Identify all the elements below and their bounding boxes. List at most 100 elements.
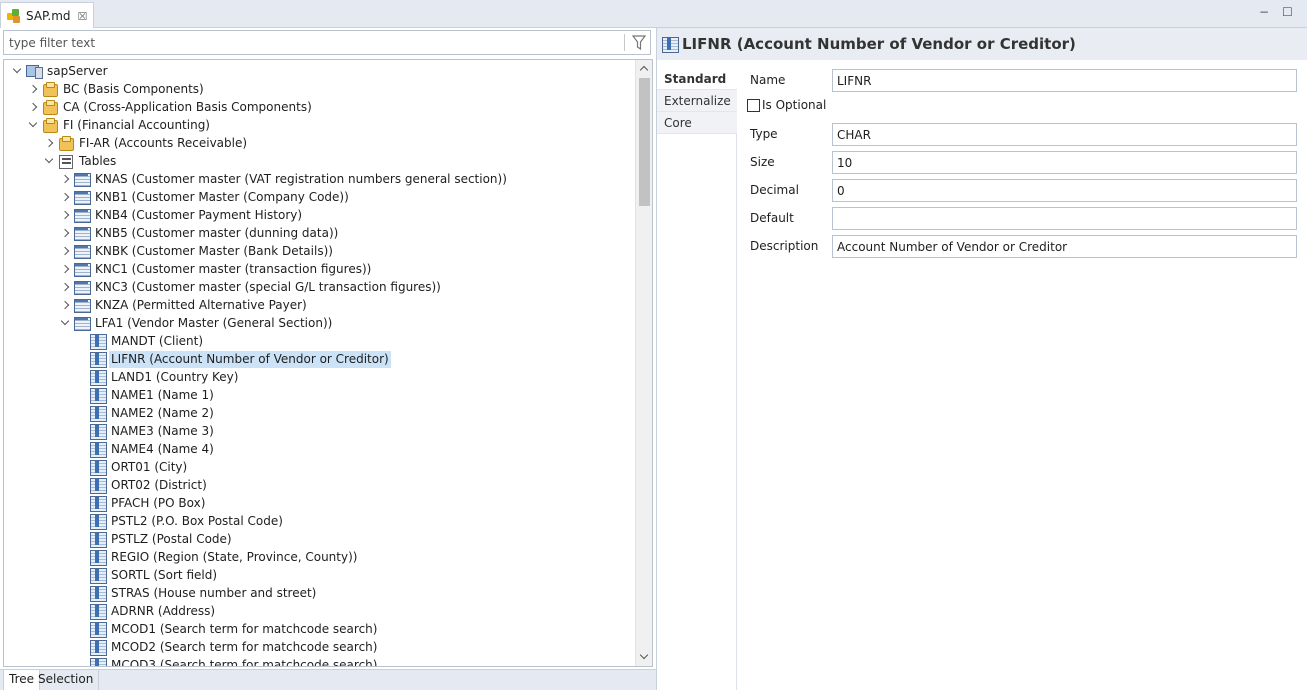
tree-node-label: LFA1 (Vendor Master (General Section)) xyxy=(95,315,333,330)
column-icon xyxy=(90,352,107,368)
chevron-right-icon[interactable] xyxy=(28,84,38,94)
tree-node[interactable]: Tables xyxy=(44,152,118,170)
tree-node[interactable]: SORTL (Sort field) xyxy=(76,566,219,584)
tree-node[interactable]: CA (Cross-Application Basis Components) xyxy=(28,98,314,116)
tree-node[interactable]: NAME4 (Name 4) xyxy=(76,440,216,458)
tree-node[interactable]: PSTLZ (Postal Code) xyxy=(76,530,234,548)
tree-node[interactable]: FI (Financial Accounting) xyxy=(28,116,212,134)
chevron-right-icon[interactable] xyxy=(60,192,70,202)
chevron-right-icon[interactable] xyxy=(60,228,70,238)
chevron-right-icon[interactable] xyxy=(60,264,70,274)
table-icon xyxy=(74,316,91,331)
filter-input[interactable] xyxy=(4,31,622,54)
tree-node[interactable]: LAND1 (Country Key) xyxy=(76,368,240,386)
tab-core[interactable]: Core xyxy=(657,112,737,134)
table-icon xyxy=(74,262,91,277)
package-icon xyxy=(42,100,58,115)
tree-node[interactable]: LFA1 (Vendor Master (General Section)) xyxy=(60,314,334,332)
tree-node-label: LAND1 (Country Key) xyxy=(111,369,239,384)
chevron-down-icon[interactable] xyxy=(60,318,70,328)
package-icon xyxy=(42,118,58,133)
type-field[interactable] xyxy=(832,123,1297,146)
tree-node[interactable]: KNAS (Customer master (VAT registration … xyxy=(60,170,509,188)
tree-node[interactable]: KNBK (Customer Master (Bank Details)) xyxy=(60,242,335,260)
column-icon xyxy=(90,496,107,512)
tree-node[interactable]: REGIO (Region (State, Province, County)) xyxy=(76,548,359,566)
tree-node-label: KNB1 (Customer Master (Company Code)) xyxy=(95,189,349,204)
tree-node[interactable]: BC (Basis Components) xyxy=(28,80,206,98)
tree-node-label: PSTL2 (P.O. Box Postal Code) xyxy=(111,513,283,528)
filter-separator xyxy=(624,34,625,51)
tree-node[interactable]: PFACH (PO Box) xyxy=(76,494,207,512)
size-label: Size xyxy=(750,155,775,169)
is-optional-checkbox[interactable]: Is Optional xyxy=(747,98,826,112)
column-icon xyxy=(90,370,107,386)
tree-node[interactable]: ADRNR (Address) xyxy=(76,602,217,620)
tree-node-label: MANDT (Client) xyxy=(111,333,204,348)
filter-funnel-icon[interactable] xyxy=(632,35,646,51)
close-tab-icon[interactable]: ☒ xyxy=(78,10,88,23)
tree-node[interactable]: KNB1 (Customer Master (Company Code)) xyxy=(60,188,351,206)
tree-node-label: KNC3 (Customer master (special G/L trans… xyxy=(95,279,441,294)
tree-node[interactable]: NAME2 (Name 2) xyxy=(76,404,216,422)
chevron-right-icon[interactable] xyxy=(60,282,70,292)
size-field[interactable] xyxy=(832,151,1297,174)
name-field[interactable] xyxy=(832,69,1297,92)
scroll-down-arrow-icon[interactable] xyxy=(636,650,652,666)
tab-standard[interactable]: Standard xyxy=(657,68,737,90)
chevron-down-icon[interactable] xyxy=(28,120,38,130)
tree-node[interactable]: MCOD2 (Search term for matchcode search) xyxy=(76,638,379,656)
tree-node-label: ORT01 (City) xyxy=(111,459,188,474)
column-icon xyxy=(90,514,107,530)
properties-title: LIFNR (Account Number of Vendor or Credi… xyxy=(682,35,1076,53)
chevron-right-icon[interactable] xyxy=(60,246,70,256)
tree-node[interactable]: FI-AR (Accounts Receivable) xyxy=(44,134,249,152)
tree-node-label: CA (Cross-Application Basis Components) xyxy=(63,99,312,114)
description-field[interactable] xyxy=(832,235,1297,258)
chevron-right-icon[interactable] xyxy=(28,102,38,112)
editor-tab-sap-md[interactable]: SAP.md ☒ xyxy=(0,2,94,29)
tree-node-label: ORT02 (District) xyxy=(111,477,207,492)
tree-node[interactable]: ORT02 (District) xyxy=(76,476,209,494)
tree-node[interactable]: KNB5 (Customer master (dunning data)) xyxy=(60,224,340,242)
chevron-right-icon[interactable] xyxy=(60,210,70,220)
scroll-up-arrow-icon[interactable] xyxy=(636,60,652,76)
tree-node-label: FI-AR (Accounts Receivable) xyxy=(79,135,248,150)
chevron-right-icon[interactable] xyxy=(60,174,70,184)
tree-bottom-tabs: Tree Selection xyxy=(0,669,656,690)
tree-node-label: KNB5 (Customer master (dunning data)) xyxy=(95,225,339,240)
tree-node[interactable]: KNZA (Permitted Alternative Payer) xyxy=(60,296,309,314)
table-icon xyxy=(74,172,91,187)
tree-node[interactable]: STRAS (House number and street) xyxy=(76,584,318,602)
table-icon xyxy=(74,190,91,205)
tree-node-label: MCOD2 (Search term for matchcode search) xyxy=(111,639,378,654)
chevron-down-icon[interactable] xyxy=(44,156,54,166)
chevron-right-icon[interactable] xyxy=(44,138,54,148)
tree-node[interactable]: NAME1 (Name 1) xyxy=(76,386,216,404)
chevron-right-icon[interactable] xyxy=(60,300,70,310)
tree-vertical-scrollbar[interactable] xyxy=(635,60,652,666)
checkbox-box[interactable] xyxy=(747,98,760,112)
tree-node[interactable]: MCOD3 (Search term for matchcode search) xyxy=(76,656,379,666)
scroll-thumb[interactable] xyxy=(639,78,650,206)
maximize-icon[interactable]: ☐ xyxy=(1282,5,1293,19)
tab-selection[interactable]: Selection xyxy=(33,670,100,690)
tree-node[interactable]: LIFNR (Account Number of Vendor or Credi… xyxy=(76,350,391,368)
tree-node[interactable]: PSTL2 (P.O. Box Postal Code) xyxy=(76,512,285,530)
tree-node[interactable]: KNC1 (Customer master (transaction figur… xyxy=(60,260,373,278)
tree-node[interactable]: ORT01 (City) xyxy=(76,458,189,476)
tree-node[interactable]: NAME3 (Name 3) xyxy=(76,422,216,440)
decimal-field[interactable] xyxy=(832,179,1297,202)
minimize-icon[interactable]: − xyxy=(1259,5,1269,19)
tree-node-label: PSTLZ (Postal Code) xyxy=(111,531,232,546)
tree-node[interactable]: KNC3 (Customer master (special G/L trans… xyxy=(60,278,443,296)
tab-externalize[interactable]: Externalize xyxy=(657,90,737,112)
default-field[interactable] xyxy=(832,207,1297,230)
chevron-down-icon[interactable] xyxy=(12,66,22,76)
tree-node[interactable]: sapServer xyxy=(12,62,110,80)
tree-node[interactable]: MANDT (Client) xyxy=(76,332,205,350)
default-label: Default xyxy=(750,211,794,225)
tree-node[interactable]: KNB4 (Customer Payment History) xyxy=(60,206,304,224)
tree-node[interactable]: MCOD1 (Search term for matchcode search) xyxy=(76,620,379,638)
filter-box xyxy=(3,30,651,55)
